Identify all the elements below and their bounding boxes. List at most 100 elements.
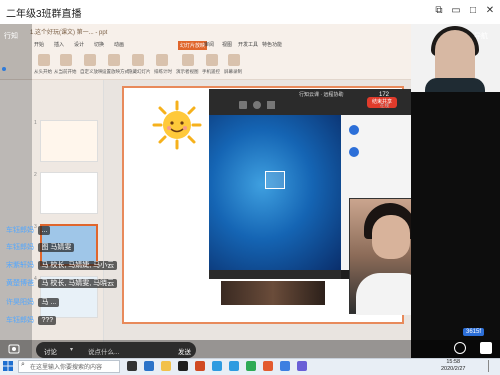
ppt-title: 1.这个好玩(课文) 第一... - ppt bbox=[30, 30, 108, 36]
slide-thumbnail[interactable] bbox=[40, 172, 98, 214]
chat-message: 车钰郎妈 ??? bbox=[6, 309, 57, 327]
tab-review[interactable]: 审阅 bbox=[204, 41, 214, 48]
hide-slide-icon[interactable] bbox=[132, 54, 144, 66]
face-shape bbox=[372, 215, 410, 259]
chat-sender: 许昊阳妈 bbox=[6, 299, 34, 306]
navigation-label[interactable]: 导航 bbox=[474, 31, 488, 41]
thumb-number: 1 bbox=[34, 120, 37, 126]
search-icon: ⌕ bbox=[21, 361, 25, 368]
task-view-icon[interactable] bbox=[127, 361, 137, 371]
slide-thumbnail[interactable] bbox=[40, 120, 98, 162]
store-icon[interactable] bbox=[178, 361, 188, 371]
chat-sender: 车钰郎妈 bbox=[6, 317, 34, 324]
gift-icon[interactable] bbox=[454, 342, 466, 354]
qq-app-icon[interactable] bbox=[229, 361, 239, 371]
close-icon[interactable]: ✕ bbox=[483, 4, 497, 18]
custom-show-icon[interactable] bbox=[84, 54, 96, 66]
chat-input[interactable]: 说点什么... bbox=[88, 346, 119, 356]
right-panel bbox=[411, 92, 500, 358]
meeting-app-icon[interactable] bbox=[280, 361, 290, 371]
tab-developer[interactable]: 开发工具 bbox=[238, 41, 258, 48]
title-bar: 二年级3班群直播 ⧉ ▭ □ ✕ bbox=[0, 0, 500, 24]
tab-features[interactable]: 特色功能 bbox=[262, 41, 282, 48]
like-icon[interactable] bbox=[480, 342, 492, 354]
edge-icon[interactable] bbox=[144, 361, 154, 371]
ppt-app-icon[interactable] bbox=[195, 361, 205, 371]
restore-icon[interactable]: ▭ bbox=[449, 4, 463, 18]
screen-icon[interactable] bbox=[267, 101, 275, 109]
chat-text: 图 马婧雯 bbox=[38, 243, 75, 252]
file-explorer-icon[interactable] bbox=[161, 361, 171, 371]
mic-icon[interactable] bbox=[253, 101, 261, 109]
share-screen-icon[interactable] bbox=[265, 171, 285, 189]
tab-home[interactable]: 开始 bbox=[34, 41, 44, 48]
window-title: 二年级3班群直播 bbox=[6, 9, 82, 20]
user-avatar-icon bbox=[349, 125, 359, 135]
rehearse-icon[interactable] bbox=[156, 54, 168, 66]
chat-message: 许昊阳妈 马 ... bbox=[6, 291, 60, 309]
ribbon-label: 从当前开始 bbox=[54, 69, 77, 74]
chat-sender: 车钰郎妈 bbox=[6, 244, 34, 251]
live-stream-window: 二年级3班群直播 ⧉ ▭ □ ✕ 1.这个好玩(课文) 第一... - ppt … bbox=[0, 0, 500, 375]
tab-design[interactable]: 设计 bbox=[74, 41, 84, 48]
show-desktop-button[interactable] bbox=[488, 360, 496, 372]
phone-remote-icon[interactable] bbox=[206, 54, 218, 66]
maximize-icon[interactable]: □ bbox=[466, 4, 480, 18]
chat-sender: 宋紫轩妈 bbox=[6, 262, 34, 269]
ribbon-label: 手机遥控 bbox=[202, 69, 220, 74]
show-settings-icon[interactable] bbox=[108, 54, 120, 66]
chat-message: 黄楚博爸 马 校长, 马婧雯, 马晓云 bbox=[6, 272, 118, 290]
chat-mode-select[interactable]: 讨论 bbox=[44, 346, 57, 356]
ribbon-label: 自定义放映 bbox=[80, 69, 103, 74]
chat-message: 车钰郎妈 图 马婧雯 bbox=[6, 236, 75, 254]
ribbon-label: 排练计时 bbox=[154, 69, 172, 74]
sun-illustration bbox=[152, 100, 202, 150]
screenshot-icon[interactable] bbox=[8, 343, 20, 355]
presenter-view-icon[interactable] bbox=[182, 54, 194, 66]
chat-sender: 车钰郎妈 bbox=[6, 227, 34, 234]
ribbon-label: 从头开始 bbox=[34, 69, 52, 74]
taskbar-search-input[interactable]: 在这里输入你要搜索的内容 bbox=[30, 362, 102, 371]
ribbon-label: 演示者视图 bbox=[176, 69, 199, 74]
thumb-number: 2 bbox=[34, 172, 37, 178]
chat-text: ??? bbox=[38, 316, 57, 325]
chat-text: 马 校长, 马婧婕, 马小云 bbox=[38, 261, 118, 270]
minimize-icon[interactable]: ⧉ bbox=[432, 4, 446, 18]
chat-message: 车钰郎妈 ... bbox=[6, 219, 51, 237]
ppt-ribbon: 1.这个好玩(课文) 第一... - ppt 开始 插入 设计 切换 动画 幻灯… bbox=[0, 24, 411, 80]
chevron-down-icon[interactable]: ▾ bbox=[70, 346, 73, 353]
clock-date: 2020/2/27 bbox=[441, 366, 466, 372]
ribbon-label: 屏幕录制 bbox=[224, 69, 242, 74]
remote-app-icon[interactable] bbox=[297, 361, 307, 371]
tab-slideshow[interactable]: 幻灯片放映 bbox=[178, 41, 208, 50]
chat-sender: 黄楚博爸 bbox=[6, 280, 34, 287]
taskbar-clock[interactable]: 15:58 2020/2/27 bbox=[441, 359, 465, 373]
tab-animation[interactable]: 动画 bbox=[114, 41, 124, 48]
play-from-current-icon[interactable] bbox=[60, 54, 72, 66]
ribbon-label: 隐藏幻灯片 bbox=[128, 69, 151, 74]
slide-photo bbox=[221, 281, 325, 305]
camera-icon[interactable] bbox=[239, 101, 247, 109]
send-button[interactable]: 发送 bbox=[178, 346, 191, 356]
body-shape bbox=[425, 78, 485, 92]
online-label: 在线 bbox=[380, 103, 389, 108]
screen-record-icon[interactable] bbox=[228, 54, 240, 66]
user-avatar-icon bbox=[349, 147, 359, 157]
tab-insert[interactable]: 插入 bbox=[54, 41, 64, 48]
chat-text: ... bbox=[38, 226, 51, 235]
clock-time: 15:58 bbox=[446, 359, 461, 365]
play-from-start-icon[interactable] bbox=[38, 54, 50, 66]
app-label: 行知 bbox=[4, 33, 18, 40]
windows-start-icon[interactable] bbox=[3, 361, 13, 371]
wechat-app-icon[interactable] bbox=[246, 361, 256, 371]
viewer-count-badge: 3615f bbox=[463, 328, 485, 336]
online-count: 172 bbox=[379, 92, 390, 98]
browser-app-icon[interactable] bbox=[263, 361, 273, 371]
status-dot bbox=[2, 67, 6, 71]
tab-transition[interactable]: 切换 bbox=[94, 41, 104, 48]
live-app-icon[interactable] bbox=[212, 361, 222, 371]
chat-message: 宋紫轩妈 马 校长, 马婧婕, 马小云 bbox=[6, 254, 118, 272]
tab-view[interactable]: 视图 bbox=[222, 41, 232, 48]
remote-title: 行知云课 · 远程协助 bbox=[299, 92, 344, 98]
remote-statusbar bbox=[209, 270, 341, 279]
